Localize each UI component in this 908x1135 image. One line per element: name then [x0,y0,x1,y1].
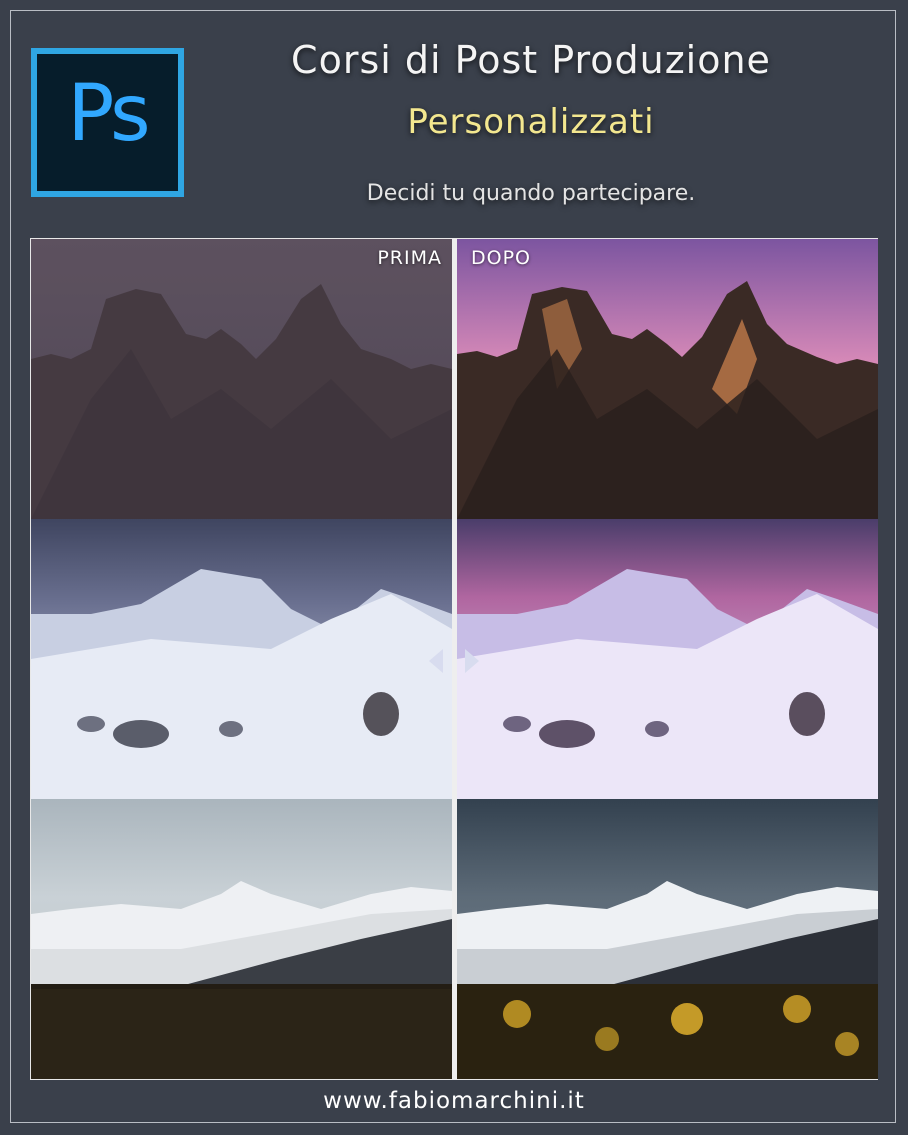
before-image-peaks: PRIMA [31,239,452,519]
after-label: DOPO [471,247,531,269]
website-url[interactable]: www.fabiomarchini.it [0,1088,908,1114]
photoshop-logo-text: Ps [67,69,150,159]
before-image-snow [31,519,452,799]
slider-right-arrow-icon[interactable] [465,649,479,673]
photoshop-logo: Ps [31,48,184,197]
before-image-forest [31,799,452,1079]
after-image-snow [457,519,878,799]
page-title: Corsi di Post Produzione [291,38,771,82]
before-label: PRIMA [377,247,442,269]
tagline: Decidi tu quando partecipare. [366,181,696,206]
after-image-peaks: DOPO [457,239,878,519]
page-subtitle: Personalizzati [407,102,655,142]
before-after-grid: PRIMA DOPO [30,238,878,1080]
slider-left-arrow-icon[interactable] [429,649,443,673]
after-image-forest [457,799,878,1079]
